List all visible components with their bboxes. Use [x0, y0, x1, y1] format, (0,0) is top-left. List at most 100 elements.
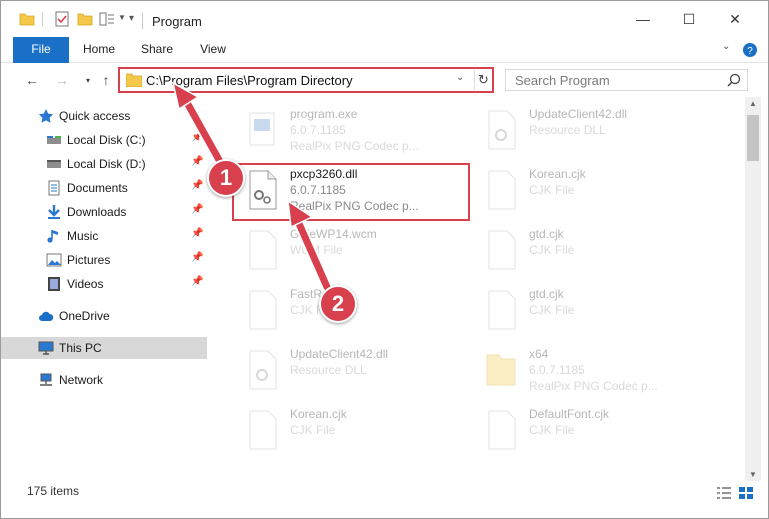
cloud-icon — [39, 311, 54, 321]
qa-separator — [42, 12, 43, 26]
help-icon[interactable]: ? — [742, 42, 758, 58]
file-name: program.exe — [290, 107, 358, 121]
exe-file-icon — [249, 112, 275, 146]
sidebar-item-downloads[interactable]: Downloads 📌 — [1, 201, 207, 223]
file-item[interactable]: UpdateClient42.dll Resource DLL — [475, 103, 713, 159]
title-bar: ▼ ▾ Program — ☐ ✕ — [1, 1, 768, 37]
svg-text:?: ? — [747, 46, 753, 57]
close-button[interactable]: ✕ — [712, 1, 758, 37]
maximize-button[interactable]: ☐ — [666, 1, 712, 37]
highlight-box-target-file — [232, 163, 470, 221]
navigation-bar: ← → ▾ ↑ C:\Program Files\Program Directo… — [1, 63, 768, 97]
sidebar-item-local-disk-d[interactable]: Local Disk (D:) 📌 — [1, 153, 207, 175]
sidebar-item-music[interactable]: Music 📌 — [1, 225, 207, 247]
file-item[interactable]: Korean.cjk CJK File — [475, 163, 713, 219]
search-placeholder: Search Program — [515, 73, 610, 88]
pictures-icon — [46, 253, 62, 267]
computer-icon — [38, 341, 54, 355]
generic-file-icon — [249, 410, 277, 450]
file-item[interactable]: UpdateClient42.dll Resource DLL — [236, 343, 474, 399]
details-view-icon[interactable] — [716, 486, 732, 500]
file-item[interactable]: Korean.cjk CJK File — [236, 403, 474, 459]
sidebar-item-this-pc[interactable]: This PC — [1, 337, 207, 359]
videos-icon — [48, 277, 60, 291]
view-options-icon[interactable] — [99, 11, 115, 27]
file-type: Resource DLL — [290, 363, 367, 377]
forward-button[interactable]: → — [53, 71, 71, 89]
file-name: Korean.cjk — [290, 407, 347, 421]
back-button[interactable]: ← — [23, 71, 41, 89]
tab-home[interactable]: Home — [75, 37, 123, 62]
file-item[interactable]: gtd.cjk CJK File — [475, 223, 713, 279]
address-path[interactable]: C:\Program Files\Program Directory — [146, 73, 353, 88]
up-button[interactable]: ↑ — [97, 71, 115, 89]
sidebar-item-local-disk-c[interactable]: Local Disk (C:) 📌 — [1, 129, 207, 151]
search-box[interactable]: Search Program — [505, 69, 748, 91]
file-name: GdfeWP14.wcm — [290, 227, 377, 241]
tab-share[interactable]: Share — [133, 37, 181, 62]
step-badge-2: 2 — [319, 285, 357, 323]
sidebar-item-videos[interactable]: Videos 📌 — [1, 273, 207, 295]
sidebar-item-onedrive[interactable]: OneDrive — [1, 305, 207, 327]
sidebar-item-label: Videos — [67, 277, 104, 291]
minimize-button[interactable]: — — [620, 1, 666, 37]
pin-icon[interactable]: 📌 — [191, 228, 203, 242]
pin-icon[interactable]: 📌 — [191, 180, 203, 194]
tab-view[interactable]: View — [189, 37, 237, 62]
customize-toolbar-icon[interactable]: ▾ — [129, 13, 134, 24]
sidebar-item-label: Pictures — [67, 253, 111, 267]
file-description: RealPix PNG Codec p... — [529, 379, 658, 393]
step-badge-1: 1 — [207, 159, 245, 197]
pin-icon[interactable]: 📌 — [191, 156, 203, 170]
sidebar-item-pictures[interactable]: Pictures 📌 — [1, 249, 207, 271]
scrollbar-thumb[interactable] — [747, 115, 759, 161]
file-item[interactable]: DefaultFont.cjk CJK File — [475, 403, 713, 459]
navigation-pane: Quick access Local Disk (C:) 📌 Local Dis… — [1, 97, 209, 477]
sidebar-item-documents[interactable]: Documents 📌 — [1, 177, 207, 199]
file-item[interactable]: gtd.cjk CJK File — [475, 283, 713, 339]
file-item[interactable]: GdfeWP14.wcm WCM File — [236, 223, 474, 279]
folder-item[interactable]: x64 6.0.7.1185 RealPix PNG Codec p... — [475, 343, 713, 399]
scroll-up-icon[interactable]: ▲ — [749, 99, 757, 108]
pin-icon[interactable]: 📌 — [191, 252, 203, 266]
arrow-left-icon: ← — [25, 72, 39, 88]
expand-ribbon-icon[interactable]: ⌄ — [722, 41, 738, 57]
status-bar: 175 items — [1, 481, 768, 503]
star-icon — [38, 109, 54, 123]
sidebar-item-label: Local Disk (C:) — [67, 133, 146, 147]
sidebar-item-label: Documents — [67, 181, 128, 195]
refresh-icon: ↻ — [478, 72, 489, 87]
address-bar[interactable]: C:\Program Files\Program Directory ⌄ ↻ — [118, 67, 494, 93]
pin-icon[interactable]: 📌 — [191, 276, 203, 290]
drive-icon — [47, 160, 61, 168]
file-version: 6.0.7.1185 — [529, 363, 585, 377]
generic-file-icon — [488, 230, 516, 270]
generic-file-icon — [249, 290, 277, 330]
properties-icon[interactable] — [54, 11, 70, 27]
file-list: program.exe 6.0.7.1185 RealPix PNG Codec… — [209, 97, 745, 477]
download-icon — [48, 205, 60, 219]
network-icon — [40, 373, 52, 386]
large-icons-view-icon[interactable] — [738, 486, 754, 500]
generic-file-icon — [488, 410, 516, 450]
file-version: 6.0.7.1185 — [290, 123, 346, 137]
folder-icon[interactable] — [19, 11, 35, 27]
new-folder-icon[interactable] — [77, 11, 93, 27]
scroll-down-icon[interactable]: ▼ — [749, 470, 757, 479]
title-separator — [142, 13, 143, 29]
dll-file-icon — [249, 350, 277, 390]
sidebar-item-network[interactable]: Network — [1, 369, 207, 391]
file-item[interactable]: program.exe 6.0.7.1185 RealPix PNG Codec… — [236, 103, 474, 159]
file-type: CJK File — [529, 303, 575, 317]
recent-locations-button[interactable]: ▾ — [79, 71, 97, 89]
qa-dropdown-icon[interactable]: ▼ — [118, 13, 126, 22]
pin-icon[interactable]: 📌 — [191, 204, 203, 218]
refresh-button[interactable]: ↻ — [474, 70, 492, 90]
pin-icon[interactable]: 📌 — [191, 132, 203, 146]
address-dropdown-icon[interactable]: ⌄ — [456, 72, 470, 83]
documents-icon — [48, 180, 60, 196]
file-type: WCM File — [290, 243, 343, 257]
file-name: Korean.cjk — [529, 167, 586, 181]
sidebar-item-quick-access[interactable]: Quick access — [1, 105, 207, 127]
vertical-scrollbar[interactable]: ▲ ▼ — [745, 97, 761, 481]
